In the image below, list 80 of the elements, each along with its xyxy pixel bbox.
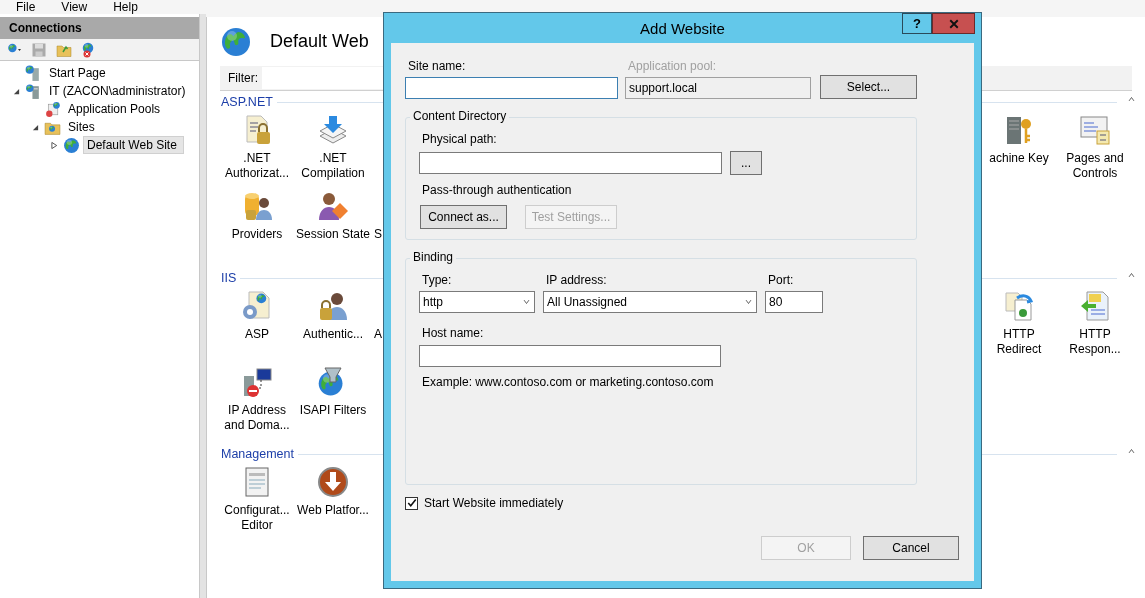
field-label: Host name:	[421, 326, 485, 340]
tree-item[interactable]: Application Pools	[64, 100, 165, 118]
connect-as-button[interactable]: Connect as...	[420, 205, 507, 229]
feature-label[interactable]: ISAPI Filters	[295, 403, 371, 418]
ip-address-dropdown[interactable]: All Unassigned	[543, 291, 757, 313]
feature-label[interactable]: Session State	[295, 227, 371, 242]
user-lock-icon	[317, 290, 349, 322]
collapse-icon	[1126, 448, 1136, 454]
field-label: IP address:	[545, 273, 608, 287]
tree-item[interactable]: Default Web Site	[83, 136, 184, 154]
menu-item[interactable]: Help	[113, 1, 138, 13]
section-title: ASP.NET	[220, 93, 274, 111]
collapsed-icon[interactable]	[50, 140, 58, 150]
feature-label: S	[374, 227, 382, 242]
check-icon	[406, 498, 417, 508]
stack-arrow-icon	[317, 114, 349, 146]
chevron-down-icon	[522, 299, 531, 305]
field-label: Application pool:	[627, 59, 718, 73]
cancel-button[interactable]: Cancel	[863, 536, 959, 560]
tree-item[interactable]: Start Page	[45, 64, 110, 82]
feature-label[interactable]: Web Platfor...	[295, 503, 371, 518]
page-title: Default Web	[270, 30, 369, 53]
feature-label[interactable]: achine Key	[981, 151, 1057, 166]
field-label: Site name:	[407, 59, 467, 73]
section-title: Management	[220, 445, 295, 463]
physical-path-field[interactable]	[419, 152, 722, 174]
feature-label[interactable]: .NET Authorizat...	[219, 151, 295, 181]
collapse-icon	[1126, 96, 1136, 102]
collapse-icon	[1126, 272, 1136, 278]
host-name-field[interactable]	[419, 345, 721, 367]
response-document-icon	[1079, 290, 1111, 322]
checkbox[interactable]	[405, 496, 418, 510]
port-field[interactable]: 80	[765, 291, 823, 313]
feature-label[interactable]: Configurat... Editor	[219, 503, 295, 533]
help-button[interactable]: ?	[902, 13, 932, 34]
hint-text: Example: www.contoso.com or marketing.contoso.com	[421, 375, 715, 389]
field-label: Physical path:	[421, 132, 498, 146]
tree-item[interactable]: IT (ZACON\administrator)	[45, 82, 190, 100]
select-button[interactable]: Select...	[820, 75, 917, 99]
menu-item[interactable]: View	[61, 1, 88, 13]
feature-label[interactable]: HTTP Redirect	[981, 327, 1057, 357]
feature-label[interactable]: ASP	[219, 327, 295, 342]
pool-icon	[44, 100, 61, 118]
feature-label[interactable]: Authentic...	[295, 327, 371, 342]
download-circle-icon	[317, 466, 349, 498]
group-title: Binding	[410, 250, 457, 264]
feature-label[interactable]: IP Address and Doma...	[219, 403, 295, 433]
menu-item[interactable]: File	[16, 1, 36, 13]
field-label: Port:	[767, 273, 795, 287]
group-title: Content Directory	[410, 109, 510, 123]
auth-label: Pass-through authentication	[421, 183, 573, 197]
redirect-documents-icon	[1003, 290, 1035, 322]
type-dropdown[interactable]: http	[419, 291, 535, 313]
server-monitor-icon	[241, 366, 273, 398]
section-title: IIS	[220, 269, 238, 287]
expanded-icon[interactable]	[31, 123, 39, 131]
feature-label[interactable]: Providers	[219, 227, 295, 242]
browse-button[interactable]: ...	[730, 151, 762, 175]
dialog-title: Add Website	[640, 18, 725, 39]
close-icon	[948, 18, 959, 29]
chevron-down-icon	[744, 299, 753, 305]
filter-label: Filter:	[228, 70, 258, 87]
checkbox-label[interactable]: Start Website immediately	[424, 494, 564, 512]
feature-label[interactable]: .NET Compilation	[295, 151, 371, 181]
server-icon	[25, 82, 42, 100]
globe-icon	[63, 136, 80, 154]
site-name-field[interactable]	[405, 77, 618, 99]
panel-title: Connections	[0, 17, 199, 39]
feature-label[interactable]: Pages and Controls	[1057, 151, 1133, 181]
user-diamond-icon	[317, 190, 349, 222]
home-server-icon	[25, 64, 42, 82]
expanded-icon[interactable]	[12, 87, 20, 95]
window-document-icon	[1079, 114, 1111, 146]
gear-document-icon	[241, 290, 273, 322]
feature-label[interactable]: HTTP Respon...	[1057, 327, 1133, 357]
tree-item[interactable]: Sites	[64, 118, 99, 136]
globe-icon	[220, 25, 252, 58]
close-button[interactable]	[932, 13, 975, 34]
feature-label: A	[374, 327, 382, 342]
field-label: Type:	[421, 273, 453, 287]
